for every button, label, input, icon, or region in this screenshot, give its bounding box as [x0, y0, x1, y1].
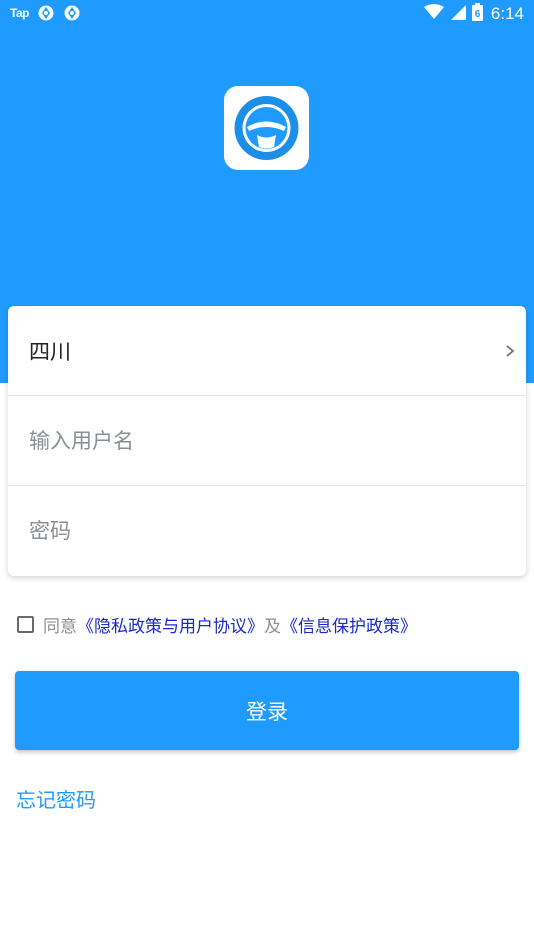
agreement-conjunction: 及 [264, 616, 281, 637]
login-form-card: 四川 [8, 306, 526, 576]
battery-icon: 6 [471, 3, 483, 25]
privacy-policy-link[interactable]: 《隐私政策与用户协议》 [77, 612, 264, 637]
username-input[interactable] [29, 416, 499, 466]
info-protection-link[interactable]: 《信息保护政策》 [281, 612, 417, 637]
password-row [8, 486, 526, 576]
app-logo [224, 86, 309, 170]
region-selector[interactable]: 四川 [8, 306, 526, 396]
battery-level: 6 [475, 9, 481, 20]
signal-icon [450, 4, 466, 24]
steering-wheel-icon [234, 96, 299, 160]
region-value: 四川 [29, 339, 71, 364]
username-row [8, 396, 526, 486]
agreement-prefix: 同意 [43, 616, 77, 637]
login-screen: Tap 6 6:14 四川 输入用户名 同意 《隐私政策与用户协议》 及 《信息… [0, 0, 534, 950]
login-button[interactable]: 登录 [15, 671, 519, 750]
tap-icon: Tap [10, 6, 29, 20]
sync-icon [63, 4, 81, 22]
wifi-icon [423, 4, 444, 24]
sync-icon [37, 4, 55, 22]
agreement-checkbox[interactable] [17, 615, 34, 633]
status-bar: Tap 6 6:14 [0, 0, 534, 28]
forgot-password-link[interactable]: 忘记密码 [16, 784, 96, 813]
password-input[interactable] [29, 506, 499, 556]
agreement-row: 同意 《隐私政策与用户协议》 及 《信息保护政策》 [17, 612, 417, 637]
clock: 6:14 [490, 4, 524, 23]
chevron-right-icon [506, 344, 515, 357]
